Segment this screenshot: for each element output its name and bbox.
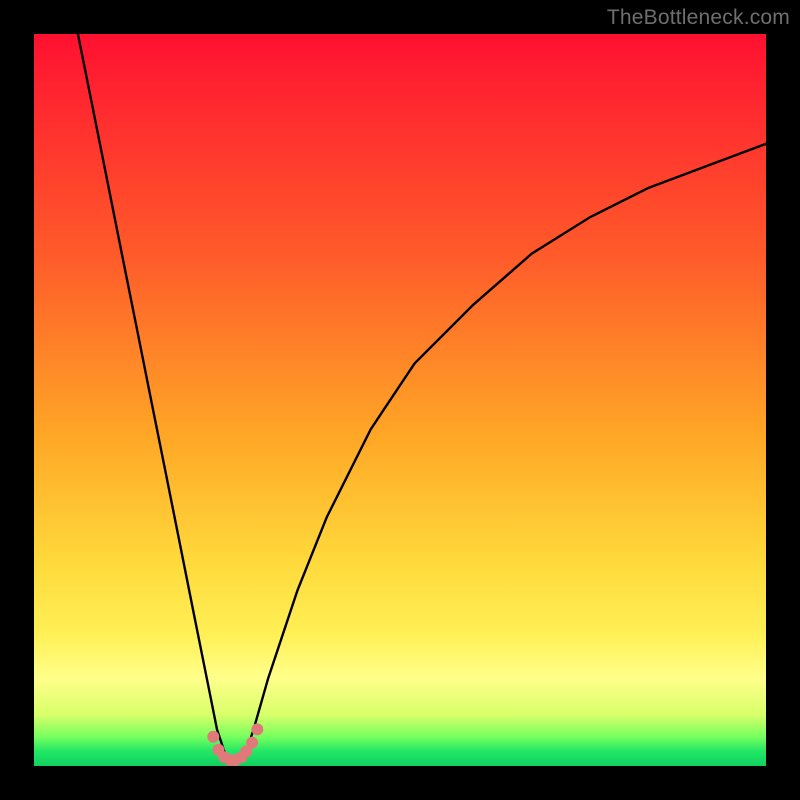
- plot-area: [34, 34, 766, 766]
- trough-dot: [207, 731, 219, 743]
- chart-svg: [34, 34, 766, 766]
- bottleneck-curve: [78, 34, 766, 762]
- trough-marker: [207, 723, 263, 766]
- chart-frame: TheBottleneck.com: [0, 0, 800, 800]
- trough-dot: [251, 723, 263, 735]
- trough-dot: [246, 737, 258, 749]
- watermark-text: TheBottleneck.com: [607, 6, 790, 30]
